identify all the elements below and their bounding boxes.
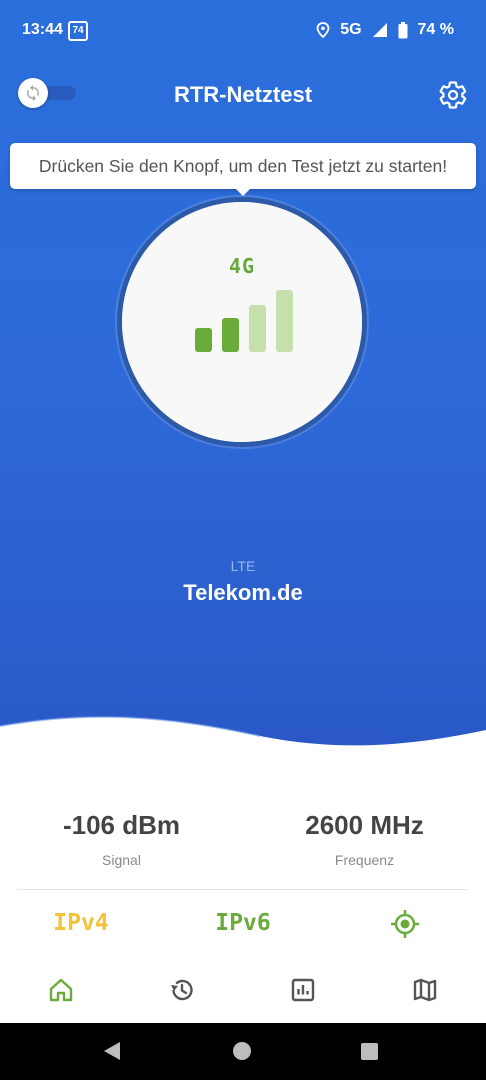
app-notification-icon: 74 [68,21,88,41]
map-icon [413,978,437,1002]
wave-decoration [0,715,486,760]
status-bar: 13:44 74 5G 74 % [0,0,486,60]
start-hint-tooltip: Drücken Sie den Knopf, um den Test jetzt… [10,143,476,189]
nav-map[interactable] [411,976,439,1004]
nav-statistics[interactable] [289,976,317,1004]
nav-history[interactable] [168,976,196,1004]
recent-apps-icon[interactable] [361,1043,378,1060]
status-indicators: 5G 74 % [316,21,454,39]
network-technology: LTE [230,558,256,574]
signal-bar-4 [276,290,293,352]
battery-percent: 74 % [417,21,454,38]
network-tech-label: 4G [228,254,256,278]
back-icon[interactable] [104,1042,120,1060]
location-icon [316,22,330,38]
signal-bar-3 [249,305,266,352]
location-target-icon[interactable] [390,909,420,939]
system-navigation-bar [0,1023,486,1080]
home-circle-icon[interactable] [233,1042,251,1060]
home-icon [49,978,73,1002]
operator-name: Telekom.de [183,580,303,605]
network-type: 5G [340,21,362,38]
start-test-button[interactable]: 4G [117,197,367,447]
battery-icon [398,21,408,38]
ipv6-status[interactable]: IPv6 [183,910,303,936]
signal-bar-2 [222,318,239,352]
gear-icon [439,81,467,109]
signal-value: -106 dBm [62,810,181,840]
settings-button[interactable] [438,80,468,110]
history-icon [171,979,193,1001]
start-test-button-face: 4G [122,202,362,442]
ipv4-status[interactable]: IPv4 [21,910,141,936]
frequency-value: 2600 MHz [305,810,424,840]
signal-bar-1 [195,328,212,352]
nav-home[interactable] [47,976,75,1004]
divider [18,889,468,890]
status-time: 13:44 [22,21,63,38]
statistics-icon [291,978,315,1002]
signal-label: Signal [102,852,141,868]
cell-signal-icon [372,23,387,37]
frequency-label: Frequenz [334,852,395,868]
app-title: RTR-Netztest [173,82,313,107]
tooltip-arrow [233,186,253,196]
